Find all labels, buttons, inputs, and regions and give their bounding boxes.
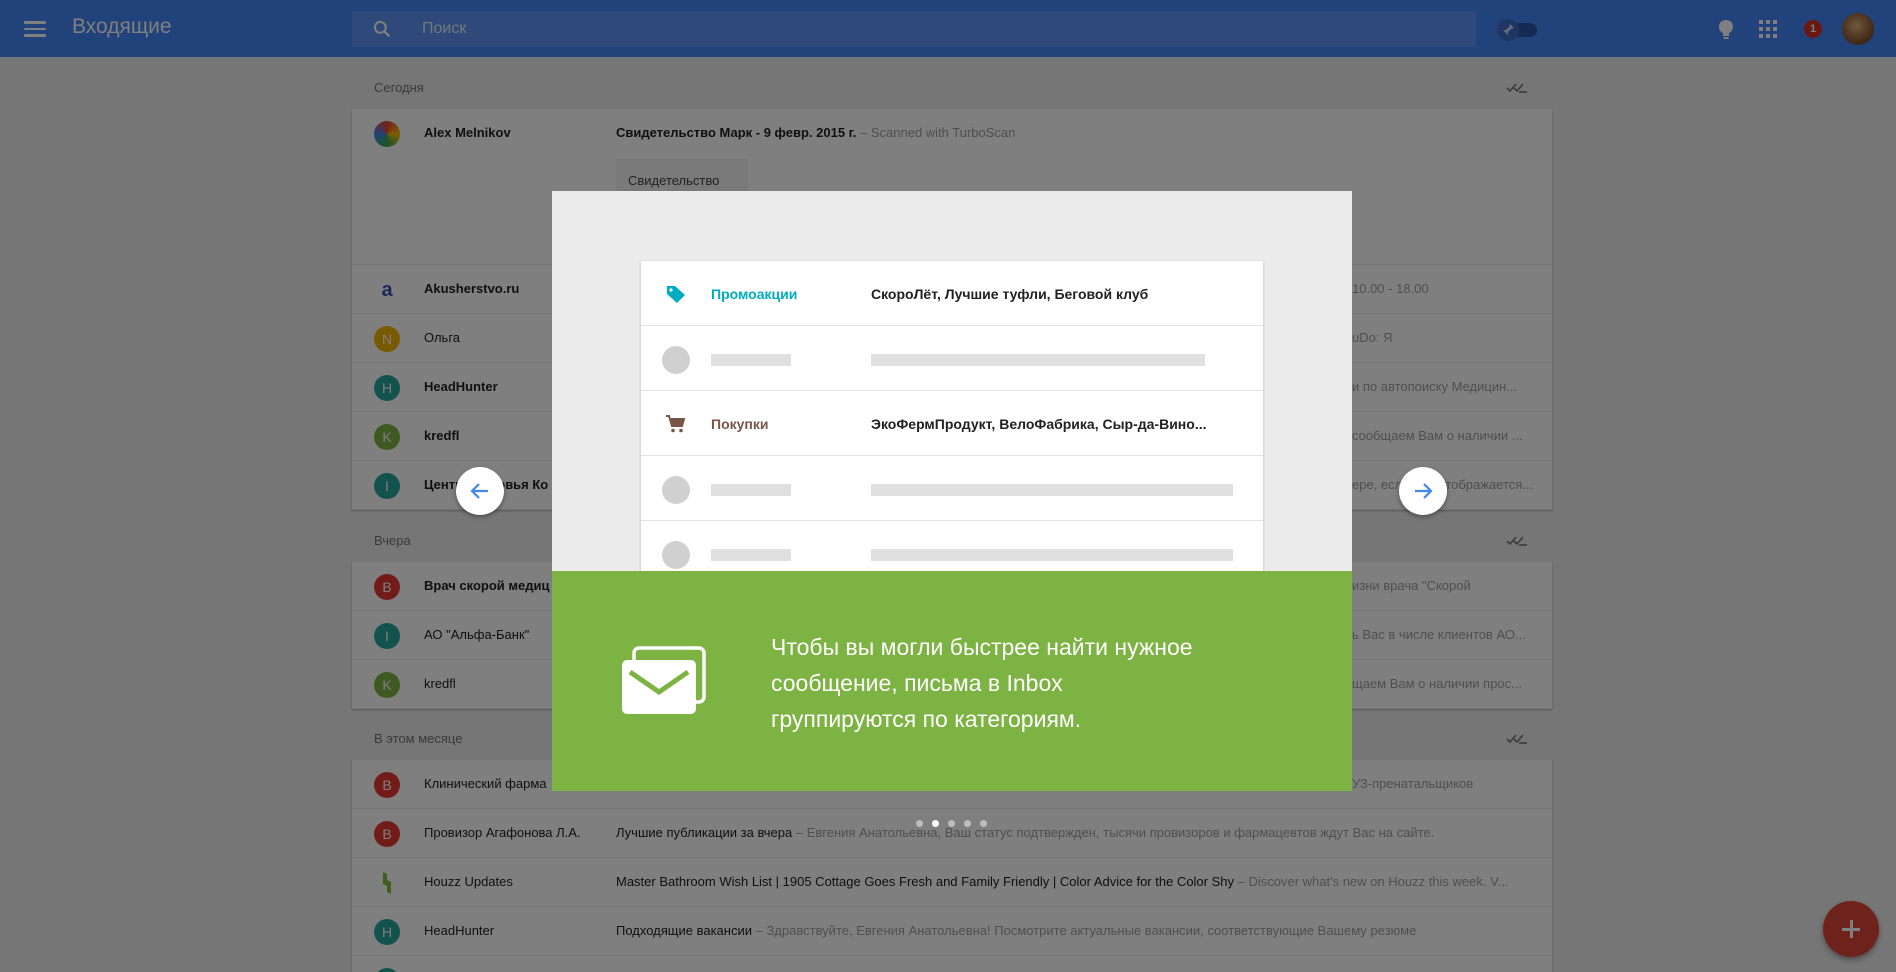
pager-dot[interactable] bbox=[980, 820, 987, 827]
placeholder-bar bbox=[711, 354, 791, 366]
placeholder-bar bbox=[711, 484, 791, 496]
category-senders: СкороЛёт, Лучшие туфли, Беговой клуб bbox=[871, 286, 1149, 302]
compose-button[interactable] bbox=[1823, 901, 1879, 957]
placeholder-bar bbox=[871, 354, 1205, 366]
pager-dot-active[interactable] bbox=[932, 820, 939, 827]
category-senders: ЭкоФермПродукт, ВелоФабрика, Сыр-да-Вино… bbox=[871, 416, 1207, 432]
tag-icon bbox=[667, 286, 685, 303]
next-button[interactable] bbox=[1399, 467, 1447, 515]
placeholder-avatar bbox=[662, 476, 690, 504]
placeholder-bar bbox=[871, 549, 1233, 561]
arrow-right-icon bbox=[1415, 483, 1433, 499]
category-row-promotions: Промоакции СкороЛёт, Лучшие туфли, Бегов… bbox=[641, 261, 1263, 326]
tutorial-dialog: Промоакции СкороЛёт, Лучшие туфли, Бегов… bbox=[552, 191, 1352, 791]
category-label: Покупки bbox=[711, 416, 769, 432]
placeholder-avatar bbox=[662, 346, 690, 374]
placeholder-row bbox=[641, 326, 1263, 391]
previous-button[interactable] bbox=[456, 467, 504, 515]
placeholder-row bbox=[641, 456, 1263, 521]
tutorial-text: Чтобы вы могли быстрее найти нужное сооб… bbox=[771, 634, 1193, 732]
pager-dot[interactable] bbox=[964, 820, 971, 827]
placeholder-bar bbox=[711, 549, 791, 561]
category-label: Промоакции bbox=[711, 286, 798, 302]
pager-dot[interactable] bbox=[948, 820, 955, 827]
bundle-mail-icon bbox=[622, 646, 706, 714]
pager-dot[interactable] bbox=[916, 820, 923, 827]
plus-icon bbox=[1842, 928, 1860, 931]
tutorial-panel: Чтобы вы могли быстрее найти нужное сооб… bbox=[552, 571, 1352, 791]
arrow-left-icon bbox=[470, 483, 488, 499]
scrim bbox=[0, 0, 1896, 57]
cart-icon bbox=[666, 415, 686, 433]
category-row-purchases: Покупки ЭкоФермПродукт, ВелоФабрика, Сыр… bbox=[641, 391, 1263, 456]
placeholder-avatar bbox=[662, 541, 690, 569]
placeholder-bar bbox=[871, 484, 1233, 496]
